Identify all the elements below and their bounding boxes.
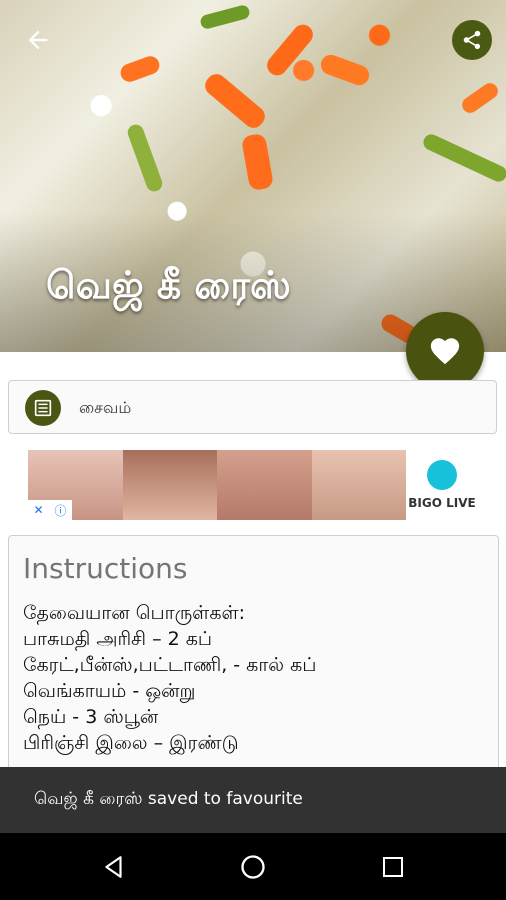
nav-recents-button[interactable] — [375, 849, 411, 885]
triangle-back-icon — [105, 856, 122, 878]
instruction-line: பாசுமதி அரிசி – 2 கப் — [23, 628, 213, 650]
category-card[interactable]: சைவம் — [8, 380, 497, 434]
arrow-back-icon — [28, 30, 48, 50]
ad-image — [122, 450, 217, 520]
snackbar: வெஜ் கீ ரைஸ் saved to favourite — [0, 767, 506, 833]
ad-brand-text: BIGO LIVE — [408, 496, 476, 510]
instruction-line: பிரிஞ்சி இலை – இரண்டு — [23, 732, 239, 754]
ad-close-icon[interactable]: ✕ — [33, 503, 43, 517]
back-button[interactable] — [22, 24, 54, 56]
snackbar-message: வெஜ் கீ ரைஸ் saved to favourite — [34, 789, 303, 809]
nav-back-button[interactable] — [96, 849, 132, 885]
ad-banner[interactable]: BIGO LIVE — [28, 450, 478, 520]
circle-home-icon — [241, 855, 265, 879]
ad-info-icon[interactable]: ⓘ — [54, 502, 66, 519]
ad-choices[interactable]: ✕ ⓘ — [28, 500, 72, 520]
square-recents-icon — [383, 857, 403, 877]
instruction-line: தேவையான பொருள்கள்: — [23, 602, 246, 624]
instruction-line: கேரட்,பீன்ஸ்,பட்டாணி, - கால் கப் — [23, 654, 317, 676]
ad-image — [217, 450, 312, 520]
ad-logo: BIGO LIVE — [406, 450, 478, 520]
share-icon — [463, 30, 481, 50]
instructions-body: தேவையான பொருள்கள்: பாசுமதி அரிசி – 2 கப்… — [23, 600, 316, 756]
favourite-button[interactable] — [406, 312, 484, 390]
nav-home-button[interactable] — [235, 849, 271, 885]
instruction-line: வெங்காயம் - ஒன்று — [23, 680, 196, 702]
instructions-heading: Instructions — [23, 552, 188, 585]
category-label: சைவம் — [79, 398, 132, 417]
system-navigation-bar — [0, 833, 506, 900]
instruction-line: நெய் - 3 ஸ்பூன் — [23, 706, 159, 728]
share-button[interactable] — [452, 20, 492, 60]
heart-icon — [430, 338, 460, 365]
bigo-logo-icon — [427, 460, 457, 490]
ad-image — [311, 450, 406, 520]
category-list-icon — [25, 390, 61, 426]
recipe-title: வெஜ் கீ ரைஸ் — [46, 263, 291, 307]
